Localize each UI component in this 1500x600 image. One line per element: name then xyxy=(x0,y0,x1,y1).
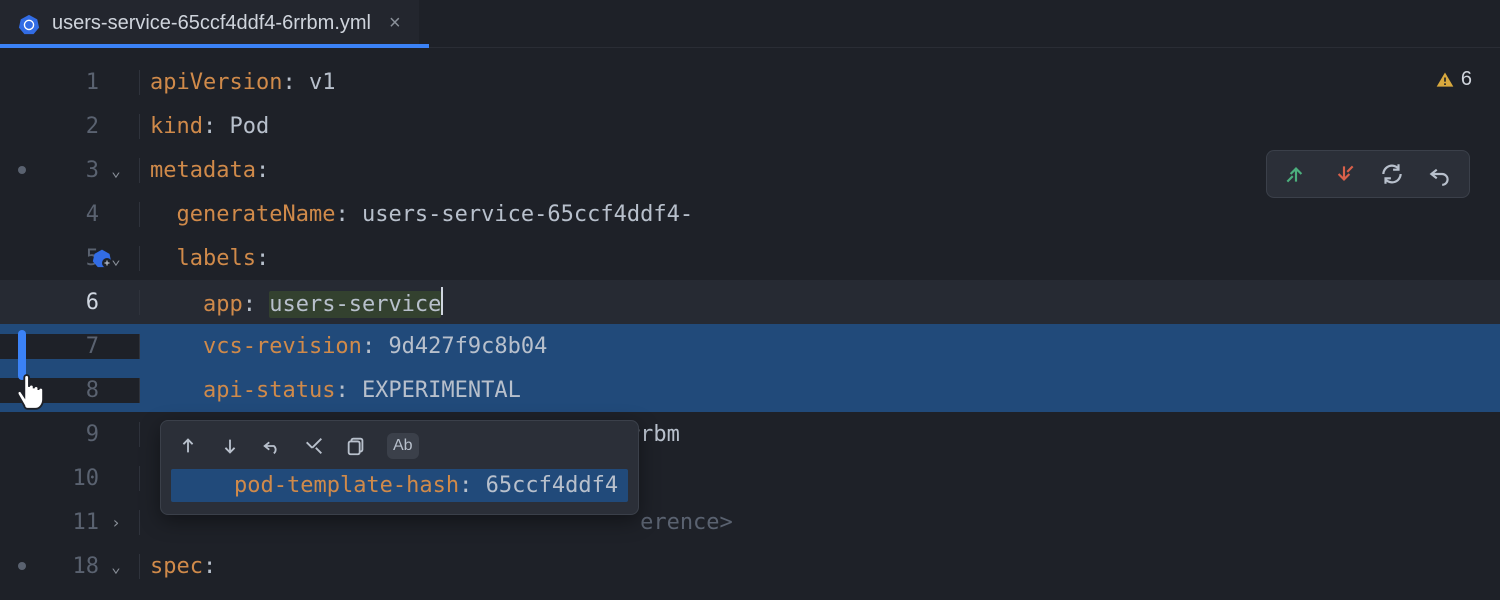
close-icon[interactable]: × xyxy=(389,12,401,35)
gutter: 3⌄ xyxy=(0,158,140,183)
gutter: 4 xyxy=(0,202,140,227)
undo-icon[interactable] xyxy=(261,435,283,457)
code-line[interactable]: 4 generateName: users-service-65ccf4ddf4… xyxy=(0,192,1500,236)
hand-cursor-icon xyxy=(10,368,48,412)
diff-hint-popup: Ab pod-template-hash: 65ccf4ddf4 xyxy=(160,420,639,515)
gutter: 9 xyxy=(0,422,140,447)
code-line[interactable]: 3⌄ metadata: xyxy=(0,148,1500,192)
gutter: 1 xyxy=(0,70,140,95)
code-line[interactable]: 1 apiVersion: v1 xyxy=(0,60,1500,104)
gutter: 10 xyxy=(0,466,140,491)
fold-toggle[interactable]: › xyxy=(107,513,125,532)
popup-code-line: pod-template-hash: 65ccf4ddf4 xyxy=(171,469,628,502)
editor-tab[interactable]: users-service-65ccf4ddf4-6rrbm.yml × xyxy=(0,0,419,47)
code-line[interactable]: 2 kind: Pod xyxy=(0,104,1500,148)
breakpoint-dot[interactable] xyxy=(18,166,26,174)
code-line[interactable]: 5⌄ labels: xyxy=(0,236,1500,280)
prev-change-icon[interactable] xyxy=(177,435,199,457)
gutter: 18⌄ xyxy=(0,554,140,579)
code-line[interactable]: 18⌄ spec: xyxy=(0,544,1500,588)
apply-icon[interactable] xyxy=(303,435,325,457)
gutter: 6 xyxy=(0,290,140,315)
kubernetes-icon xyxy=(18,13,40,35)
gutter: 2 xyxy=(0,114,140,139)
fold-toggle[interactable]: ⌄ xyxy=(107,161,125,180)
fold-toggle[interactable]: ⌄ xyxy=(107,557,125,576)
breakpoint-dot[interactable] xyxy=(18,562,26,570)
copy-icon[interactable] xyxy=(345,435,367,457)
code-line-selected[interactable]: 8 api-status: EXPERIMENTAL xyxy=(0,368,1500,412)
kubernetes-gutter-icon[interactable] xyxy=(92,248,112,268)
ab-toggle[interactable]: Ab xyxy=(387,433,419,459)
text-cursor xyxy=(441,287,443,315)
code-line-selected[interactable]: 7 vcs-revision: 9d427f9c8b04 xyxy=(0,324,1500,368)
tab-filename: users-service-65ccf4ddf4-6rrbm.yml xyxy=(52,12,371,35)
gutter: 5⌄ xyxy=(0,246,140,271)
next-change-icon[interactable] xyxy=(219,435,241,457)
popup-toolbar: Ab xyxy=(171,429,628,469)
editor-tabbar: users-service-65ccf4ddf4-6rrbm.yml × xyxy=(0,0,1500,48)
gutter: 11› xyxy=(0,510,140,535)
code-editor[interactable]: 1 apiVersion: v1 2 kind: Pod 3⌄ metadata… xyxy=(0,60,1500,600)
code-line-current[interactable]: 6 app: users-service xyxy=(0,280,1500,324)
